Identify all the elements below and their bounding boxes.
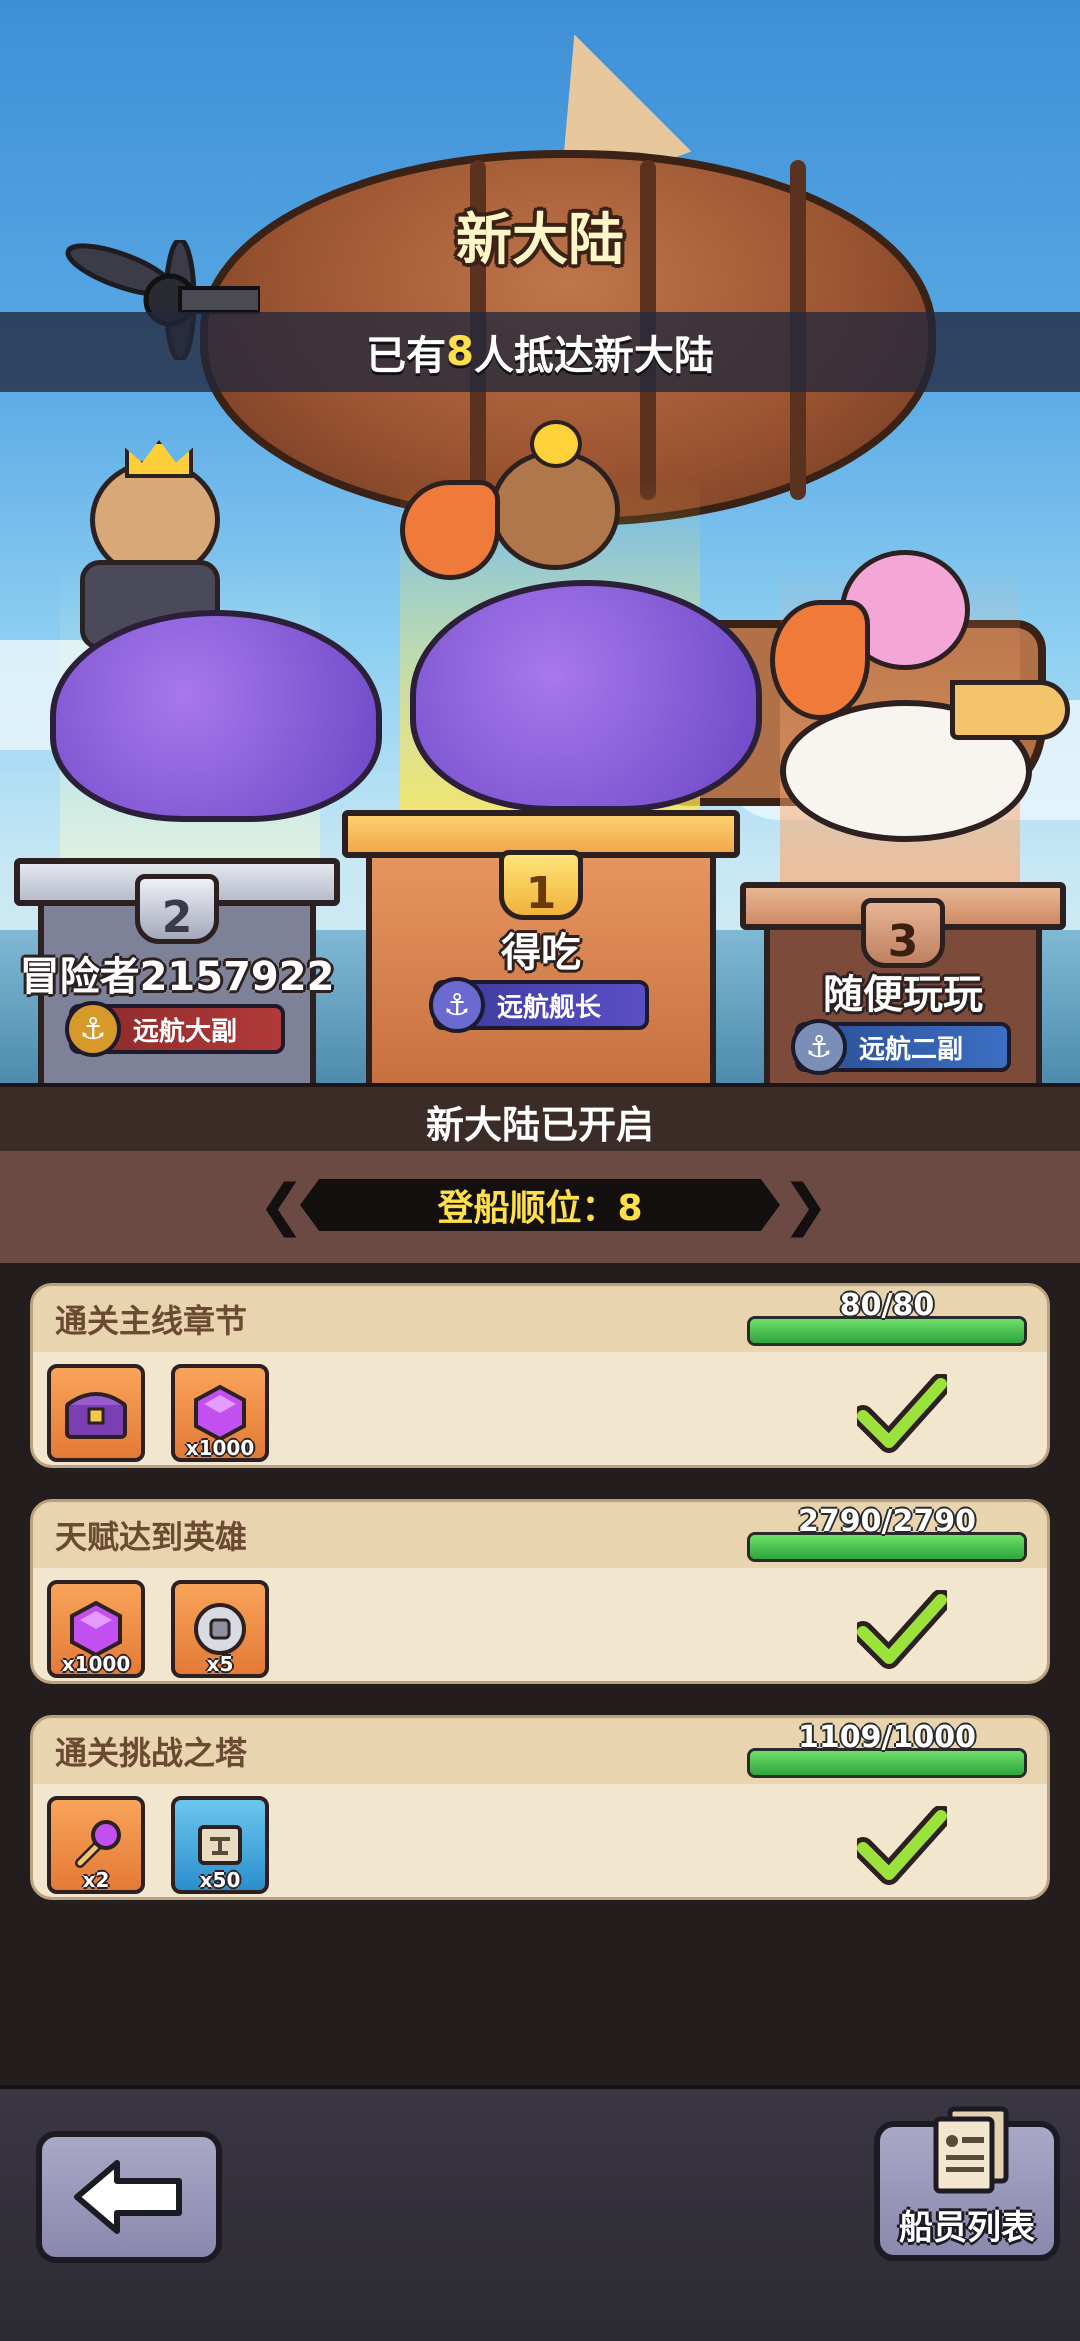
task-name: 通关挑战之塔 (55, 1734, 248, 1772)
player-title-badge: ⚓ 远航二副 (791, 1019, 1011, 1075)
reward-count: x2 (82, 1868, 110, 1892)
scroll-icon (198, 1825, 242, 1865)
progress-text: 2790/2790 (798, 1504, 976, 1539)
footer-bar: 船员列表 (0, 2085, 1080, 2341)
checkmark-icon (857, 1374, 947, 1453)
player-title-badge: ⚓ 远航大副 (65, 1001, 285, 1057)
task-header: 天赋达到英雄 2790/2790 (33, 1502, 1047, 1568)
player-name: 随便玩玩 (823, 972, 983, 1018)
magic-wand-icon (75, 1820, 121, 1868)
rank-badge: 2 (135, 874, 219, 944)
reward-count: x1000 (185, 1436, 255, 1460)
podium-rank-2[interactable]: 2 冒险者2157922 ⚓ 远航大副 (14, 858, 340, 1085)
airship-scene: 新大陆 已有 8 人抵达新大陆 2 冒险者2157922 ⚓ 远航大副 1 得吃… (0, 0, 1080, 1085)
anchor-icon: ⚓ (791, 1019, 847, 1075)
arrival-count: 8 (446, 329, 474, 375)
continent-opened-label: 新大陆已开启 (425, 1102, 654, 1147)
carrot-icon (770, 600, 870, 720)
progress-text: 1109/1000 (798, 1720, 976, 1755)
reward-item[interactable]: x50 (171, 1796, 269, 1894)
chevron-left-icon[interactable]: ❮ (258, 1173, 305, 1238)
document-list-icon (933, 2106, 1009, 2194)
task-progress: 2790/2790 (747, 1504, 1027, 1562)
checkmark-icon (857, 1590, 947, 1669)
boarding-order-row: ❮ 登船顺位：8 ❯ (0, 1151, 1080, 1263)
reward-list: x2 x50 (47, 1796, 269, 1894)
page-title: 新大陆 (456, 208, 624, 273)
capybara-avatar (490, 450, 620, 570)
reward-count: x1000 (61, 1652, 131, 1676)
reward-item[interactable]: x1000 (171, 1364, 269, 1462)
boarding-order-text: 登船顺位：8 (437, 1188, 643, 1229)
reward-count: x50 (199, 1868, 241, 1892)
reward-list: x1000 (47, 1364, 269, 1462)
reward-item[interactable] (47, 1364, 145, 1462)
arrow-left-icon (74, 2160, 182, 2234)
back-button[interactable] (36, 2131, 222, 2263)
reward-count: x5 (206, 1652, 234, 1676)
podium-rank-1[interactable]: 1 得吃 ⚓ 远航舰长 (342, 810, 740, 1085)
task-card: 天赋达到英雄 2790/2790 x1000 x5 (30, 1499, 1050, 1684)
reward-item[interactable]: x5 (171, 1580, 269, 1678)
reward-item[interactable]: x2 (47, 1796, 145, 1894)
arrival-banner: 已有 8 人抵达新大陆 (0, 312, 1080, 392)
task-progress: 80/80 (747, 1288, 1027, 1346)
chevron-right-icon[interactable]: ❯ (782, 1173, 829, 1238)
silver-coin-icon (194, 1603, 246, 1655)
player-name: 得吃 (501, 930, 581, 976)
crew-list-label: 船员列表 (899, 2208, 1035, 2248)
boarding-order-pill: 登船顺位：8 (300, 1179, 780, 1231)
purple-dragon-mount (410, 580, 762, 812)
reward-item[interactable]: x1000 (47, 1580, 145, 1678)
pelican-beak (950, 680, 1070, 740)
arrival-prefix: 已有 (366, 333, 447, 379)
task-list: 通关主线章节 80/80 x1000 天赋达到英雄 2790/2790 x100… (0, 1263, 1080, 2085)
task-name: 天赋达到英雄 (55, 1518, 248, 1556)
checkmark-icon (857, 1806, 947, 1885)
task-progress: 1109/1000 (747, 1720, 1027, 1778)
rank-badge: 3 (861, 898, 945, 968)
purple-dragon-mount (50, 610, 382, 822)
purple-gem-icon (194, 1384, 246, 1442)
chick-icon (530, 420, 582, 468)
anchor-icon: ⚓ (65, 1001, 121, 1057)
rank-badge: 1 (499, 850, 583, 920)
treasure-chest-icon (65, 1392, 127, 1439)
arrival-suffix: 人抵达新大陆 (473, 333, 714, 379)
task-card: 通关挑战之塔 1109/1000 x2 x50 (30, 1715, 1050, 1900)
task-name: 通关主线章节 (55, 1302, 248, 1340)
task-header: 通关挑战之塔 1109/1000 (33, 1718, 1047, 1784)
player-title-badge: ⚓ 远航舰长 (429, 977, 649, 1033)
podium-rank-3[interactable]: 3 随便玩玩 ⚓ 远航二副 (740, 882, 1066, 1085)
player-title: 远航大副 (133, 1016, 238, 1047)
continent-status-bar: 新大陆已开启 (0, 1083, 1080, 1155)
reward-list: x1000 x5 (47, 1580, 269, 1678)
task-header: 通关主线章节 80/80 (33, 1286, 1047, 1352)
task-card: 通关主线章节 80/80 x1000 (30, 1283, 1050, 1468)
anchor-icon: ⚓ (429, 977, 485, 1033)
player-name: 冒险者2157922 (19, 954, 335, 1000)
crew-list-button[interactable]: 船员列表 (874, 2106, 1060, 2261)
player-title: 远航二副 (859, 1034, 964, 1065)
progress-text: 80/80 (839, 1288, 935, 1323)
player-title: 远航舰长 (497, 992, 602, 1023)
crown-icon (125, 440, 193, 478)
carrot-icon (400, 480, 500, 580)
purple-gem-icon (70, 1600, 122, 1658)
